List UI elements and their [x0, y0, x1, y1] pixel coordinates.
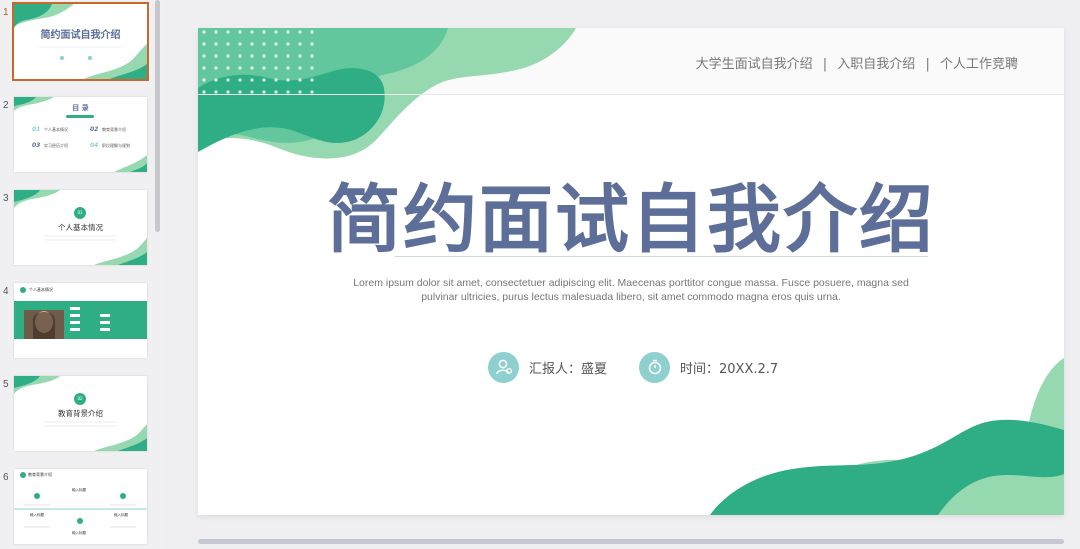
slide-topnav: 大学生面试自我介绍 | 入职自我介绍 | 个人工作竞聘 — [693, 53, 1021, 72]
toc-label: 教育背景介绍 — [102, 127, 126, 132]
slide-thumbnail-title: 个人基本情况 — [58, 223, 103, 232]
slide-title[interactable]: 简约面试自我介绍 — [198, 160, 1064, 267]
slide-thumbnail-title: 简约面试自我介绍 — [40, 30, 121, 41]
slide-canvas[interactable]: 大学生面试自我介绍 | 入职自我介绍 | 个人工作竞聘 简约面试自我介绍 Lor… — [198, 28, 1064, 515]
topnav-item: 入职自我介绍 — [837, 57, 916, 72]
slide-background-shapes — [198, 28, 1064, 515]
time-info[interactable]: 时间：20XX.2.7 — [639, 350, 778, 384]
slide-thumbnail-5[interactable]: 5 02 教育背景介绍 — [0, 376, 150, 456]
slide-thumbnail-card[interactable]: 个人基本情况 — [14, 283, 147, 358]
toc-label: 个人基本情况 — [44, 127, 68, 132]
slide-thumbnail-1[interactable]: 1 简约面试自我介绍 — [0, 2, 150, 84]
timeline-label: 输入标题 — [72, 488, 86, 492]
slide-thumbnail-2[interactable]: 2 目 录 01 个人基本情况 02 教育背景介绍 03 实习经历介绍 04 职… — [0, 97, 150, 177]
timeline-label: 输入标题 — [114, 513, 128, 517]
user-icon — [488, 351, 519, 383]
stopwatch-icon — [639, 351, 670, 383]
title-divider — [395, 256, 928, 257]
time-text: 时间：20XX.2.7 — [680, 361, 779, 377]
slide-thumbnail-4[interactable]: 4 个人基本情况 — [0, 283, 150, 363]
slide-thumbnail-card[interactable]: 教育背景介绍 输入标题 输入标题 输入标题 输入标题 — [14, 469, 147, 544]
toc-num: 03 — [32, 142, 41, 149]
timeline-label: 输入标题 — [30, 513, 44, 517]
slide-thumbnail-6[interactable]: 6 教育背景介绍 输入标题 输入标题 输入标题 输入标题 — [0, 469, 150, 549]
toc-label: 实习经历介绍 — [44, 143, 68, 148]
slide-description[interactable]: Lorem ipsum dolor sit amet, consectetuer… — [348, 276, 914, 304]
slide-number: 2 — [3, 100, 9, 111]
slide-thumbnail-3[interactable]: 3 01 个人基本情况 — [0, 190, 150, 270]
slides-panel-scrollbar[interactable] — [155, 0, 160, 232]
toc-label: 职位理解与规划 — [102, 143, 130, 148]
section-badge: 02 — [77, 396, 83, 401]
timeline-label: 输入标题 — [72, 531, 86, 535]
section-badge: 01 — [77, 210, 83, 215]
slide-number: 5 — [3, 379, 9, 390]
topnav-separator: | — [925, 57, 930, 72]
horizontal-scrollbar[interactable] — [198, 539, 1064, 544]
reporter-text: 汇报人：盛夏 — [529, 361, 608, 377]
slide-thumbnail-card[interactable]: 01 个人基本情况 — [14, 190, 147, 265]
slide-number: 6 — [3, 472, 9, 483]
toc-num: 02 — [90, 126, 99, 133]
reporter-info[interactable]: 汇报人：盛夏 — [488, 350, 607, 384]
slide-number: 3 — [3, 193, 9, 204]
slide-thumbnail-title: 个人基本情况 — [29, 287, 53, 292]
toc-num: 04 — [90, 142, 99, 149]
slide-thumbnail-title: 教育背景介绍 — [58, 409, 103, 418]
slide-thumbnail-title: 教育背景介绍 — [28, 472, 52, 477]
topnav-item: 个人工作竞聘 — [939, 57, 1018, 72]
slide-thumbnail-card[interactable]: 简约面试自我介绍 — [12, 2, 149, 81]
slides-panel: 1 简约面试自我介绍 2 目 录 01 个人基本情况 02 教育背景介绍 03 … — [0, 0, 162, 549]
slide-thumbnail-card[interactable]: 目 录 01 个人基本情况 02 教育背景介绍 03 实习经历介绍 04 职位理… — [14, 97, 147, 172]
topnav-item: 大学生面试自我介绍 — [695, 57, 813, 72]
slide-number: 1 — [3, 7, 9, 18]
topnav-separator: | — [822, 57, 828, 72]
slide-thumbnail-title: 目 录 — [72, 104, 89, 112]
toc-num: 01 — [32, 126, 41, 133]
slide-number: 4 — [3, 286, 9, 297]
slide-thumbnail-card[interactable]: 02 教育背景介绍 — [14, 376, 147, 451]
